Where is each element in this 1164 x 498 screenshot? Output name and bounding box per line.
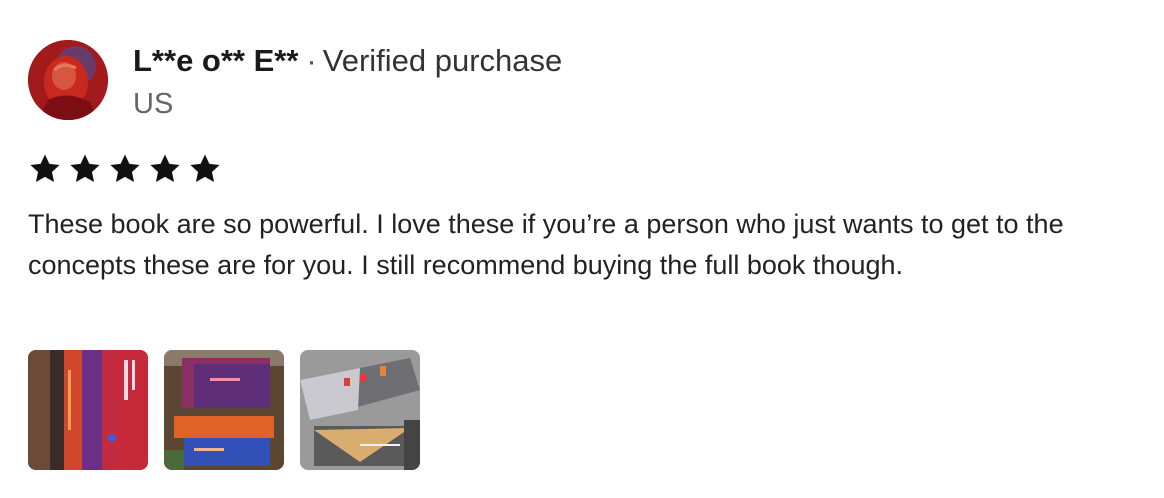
avatar[interactable]	[28, 40, 108, 120]
review-photo-1[interactable]	[28, 350, 148, 470]
box-set-image	[300, 350, 420, 470]
verified-purchase-label: Verified purchase	[322, 43, 563, 78]
stacked-books-image	[164, 350, 284, 470]
review-card: L**e o** E** · Verified purchase US These …	[28, 40, 1138, 470]
review-photo-3[interactable]	[300, 350, 420, 470]
reviewer-info: L**e o** E** · Verified purchase US	[133, 42, 562, 122]
star-icon	[70, 154, 100, 183]
separator-dot: ·	[306, 43, 317, 78]
star-rating	[28, 152, 222, 186]
star-icon	[150, 154, 180, 183]
star-icon	[190, 154, 220, 183]
review-header: L**e o** E** · Verified purchase US	[28, 40, 1138, 122]
reviewer-name: L**e o** E**	[133, 43, 299, 78]
review-photo-2[interactable]	[164, 350, 284, 470]
book-spines-image	[28, 350, 148, 470]
review-photos	[28, 350, 420, 470]
star-icon	[110, 154, 140, 183]
reviewer-country: US	[133, 88, 174, 120]
star-icon	[30, 154, 60, 183]
reviewer-line: L**e o** E** · Verified purchase	[133, 42, 562, 80]
review-text: These book are so powerful. I love these…	[28, 209, 1064, 280]
avatar-image	[28, 40, 108, 120]
